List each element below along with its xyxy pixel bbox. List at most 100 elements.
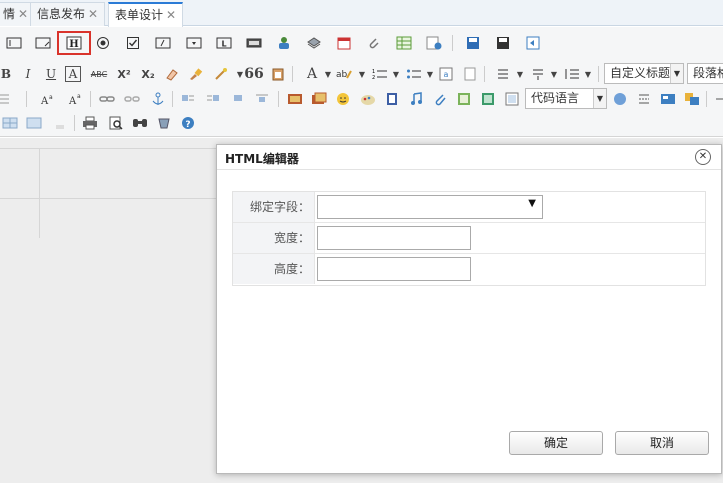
preview-icon[interactable] [523,33,543,53]
scrawl-icon[interactable] [358,89,378,109]
image-right-icon[interactable] [203,89,223,109]
horizontal-rule-icon[interactable] [710,89,723,109]
toolbar-separator [278,91,279,107]
insert-video-icon[interactable] [382,89,402,109]
highlight-color-icon[interactable]: ab [334,64,354,84]
toolbar-separator [74,115,75,131]
background-icon[interactable] [658,89,678,109]
subscript-button[interactable]: X₂ [138,64,158,84]
paste-plain-icon[interactable] [268,64,288,84]
dialog-form: 绑定字段： ▼ 宽度： 高度： [232,191,706,286]
link-icon[interactable] [97,89,117,109]
svg-text:H: H [69,39,78,50]
gmap-icon[interactable] [478,89,498,109]
dept-select-icon[interactable] [304,33,324,53]
toolbar-row-table: ? [0,111,723,135]
close-icon[interactable]: ✕ [166,8,176,22]
custom-title-select[interactable]: 自定义标题 ▼ [604,63,684,84]
clear-doc-icon[interactable] [460,64,480,84]
eraser-icon[interactable] [162,64,182,84]
insert-table-icon[interactable] [0,113,20,133]
chevron-down-icon[interactable]: ▼ [593,89,606,108]
select-all-icon[interactable]: a [436,64,456,84]
superscript-button[interactable]: X² [114,64,134,84]
underline-button[interactable]: U [41,64,61,84]
height-input[interactable] [317,257,471,281]
close-icon[interactable]: ✕ [695,149,711,165]
select-icon[interactable] [184,33,204,53]
radio-icon[interactable] [93,33,113,53]
close-icon[interactable]: ✕ [88,7,98,21]
svg-text:a: a [49,94,53,101]
auto-format-icon[interactable] [212,64,232,84]
image-left-icon[interactable] [178,89,198,109]
chevron-down-icon[interactable]: ▼ [544,64,564,84]
print-icon[interactable] [80,113,100,133]
image-center-icon[interactable] [252,89,272,109]
toolbar-separator [452,35,453,51]
date-picker-icon[interactable] [334,33,354,53]
snap-screen-icon[interactable] [682,89,702,109]
save-icon[interactable] [463,33,483,53]
unlink-icon[interactable] [122,89,142,109]
map-icon[interactable] [454,89,474,109]
html-editor-button[interactable]: H [57,31,91,55]
template-icon[interactable] [610,89,630,109]
frame-icon[interactable] [502,89,522,109]
svg-text:?: ? [185,120,190,130]
save-as-icon[interactable] [493,33,513,53]
paragraph-format-select[interactable]: 段落格 [687,63,723,84]
info-form-icon[interactable] [424,33,444,53]
svg-text:L: L [221,40,226,49]
text-field-icon[interactable] [4,33,24,53]
bold-button[interactable]: B [0,64,16,84]
image-none-icon[interactable] [228,89,248,109]
code-language-select[interactable]: 代码语言 ▼ [525,88,607,109]
table-props-icon[interactable] [24,113,44,133]
chevron-down-icon[interactable]: ▼ [578,64,598,84]
chevron-down-icon[interactable]: ▼ [510,64,530,84]
drafts-icon[interactable] [154,113,174,133]
search-replace-icon[interactable] [130,113,150,133]
editor-toolbar: H L B I U A ABC X² X₂ ▼ 66 A ▼ ab ▼ 1 2 … [0,27,723,137]
direction-ltr-icon[interactable]: Aa [38,89,58,109]
cancel-button[interactable]: 取消 [615,431,709,455]
chevron-down-icon[interactable]: ▼ [386,64,406,84]
label-icon[interactable]: L [214,33,234,53]
checkbox-icon[interactable] [123,33,143,53]
strikethrough-button[interactable]: ABC [89,64,109,84]
width-input[interactable] [317,226,471,250]
user-select-icon[interactable] [274,33,294,53]
italic-button[interactable]: I [18,64,38,84]
data-table-icon[interactable] [394,33,414,53]
list-field-icon[interactable] [153,33,173,53]
insert-image-icon[interactable] [285,89,305,109]
textarea-icon[interactable] [33,33,53,53]
svg-text:a: a [77,93,81,100]
table-border [0,148,216,149]
direction-rtl-icon[interactable]: Aa [66,89,86,109]
multi-image-icon[interactable] [309,89,329,109]
blockquote-button[interactable]: 66 [244,64,264,84]
confirm-button[interactable]: 确定 [509,431,603,455]
bind-field-select[interactable]: ▼ [317,195,543,219]
tab-form-design[interactable]: 表单设计 ✕ [108,2,184,27]
font-border-button[interactable]: A [65,66,81,82]
music-icon[interactable] [406,89,426,109]
cell-props-icon[interactable] [50,113,70,133]
page-break-icon[interactable] [634,89,654,109]
attach-file-icon[interactable] [430,89,450,109]
close-icon[interactable]: ✕ [18,7,28,21]
indent-icon[interactable] [0,89,14,109]
help-icon[interactable]: ? [178,113,198,133]
emotion-icon[interactable] [333,89,353,109]
toolbar-separator [484,66,485,82]
anchor-icon[interactable] [148,89,168,109]
attachment-icon[interactable] [364,33,384,53]
chevron-down-icon[interactable]: ▼ [352,64,372,84]
print-preview-icon[interactable] [106,113,126,133]
tab-info-publish[interactable]: 信息发布 ✕ [30,2,106,26]
format-brush-icon[interactable] [186,64,206,84]
chevron-down-icon[interactable]: ▼ [670,64,683,83]
button-control-icon[interactable] [244,33,264,53]
